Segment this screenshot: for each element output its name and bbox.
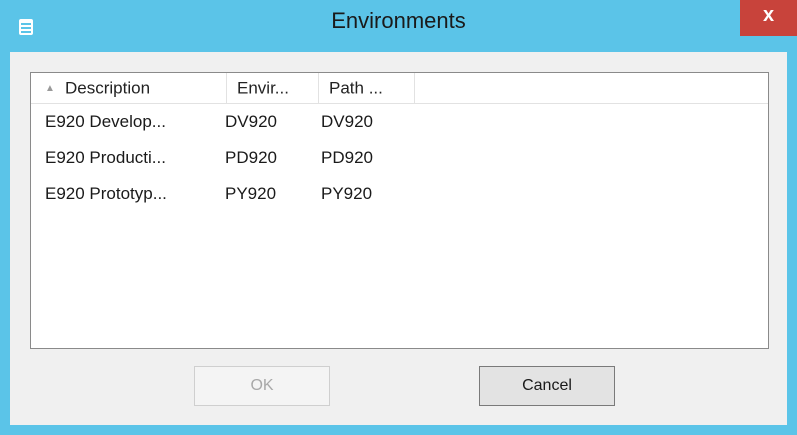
close-icon: x [762,4,775,26]
list-row-prototype[interactable]: E920 Prototyp... PY920 PY920 [31,176,768,212]
environments-dialog: Environments x ▲ Description Envir... Pat… [0,0,797,435]
cell-environment: PD920 [225,148,277,167]
dialog-client-area: ▲ Description Envir... Path ... E920 Deve… [10,52,787,425]
column-header-description[interactable]: ▲ Description [31,73,227,103]
column-label: Envir... [237,78,289,98]
cell-environment: PY920 [225,184,277,203]
window-title: Environments [331,8,466,33]
cell-path: PY920 [321,184,373,203]
list-row-production[interactable]: E920 Producti... PD920 PD920 [31,140,768,176]
column-header-environment[interactable]: Envir... [227,73,319,103]
cell-environment: DV920 [225,112,277,131]
cell-description: E920 Prototyp... [45,184,167,203]
title-bar[interactable]: Environments x [0,0,797,50]
column-label: Description [65,78,151,98]
ok-button[interactable]: OK [194,366,330,406]
cell-path: PD920 [321,148,373,167]
close-button[interactable]: x [740,0,797,36]
cancel-button[interactable]: Cancel [479,366,615,406]
list-row-development[interactable]: E920 Develop... DV920 DV920 [31,104,768,140]
column-header-path[interactable]: Path ... [319,73,415,103]
cell-path: DV920 [321,112,373,131]
sort-ascending-icon: ▲ [45,82,55,94]
cell-description: E920 Develop... [45,112,166,131]
environments-list[interactable]: ▲ Description Envir... Path ... E920 Deve… [30,72,769,349]
column-label: Path ... [329,78,383,98]
cell-description: E920 Producti... [45,148,166,167]
list-header: ▲ Description Envir... Path ... [31,73,768,104]
